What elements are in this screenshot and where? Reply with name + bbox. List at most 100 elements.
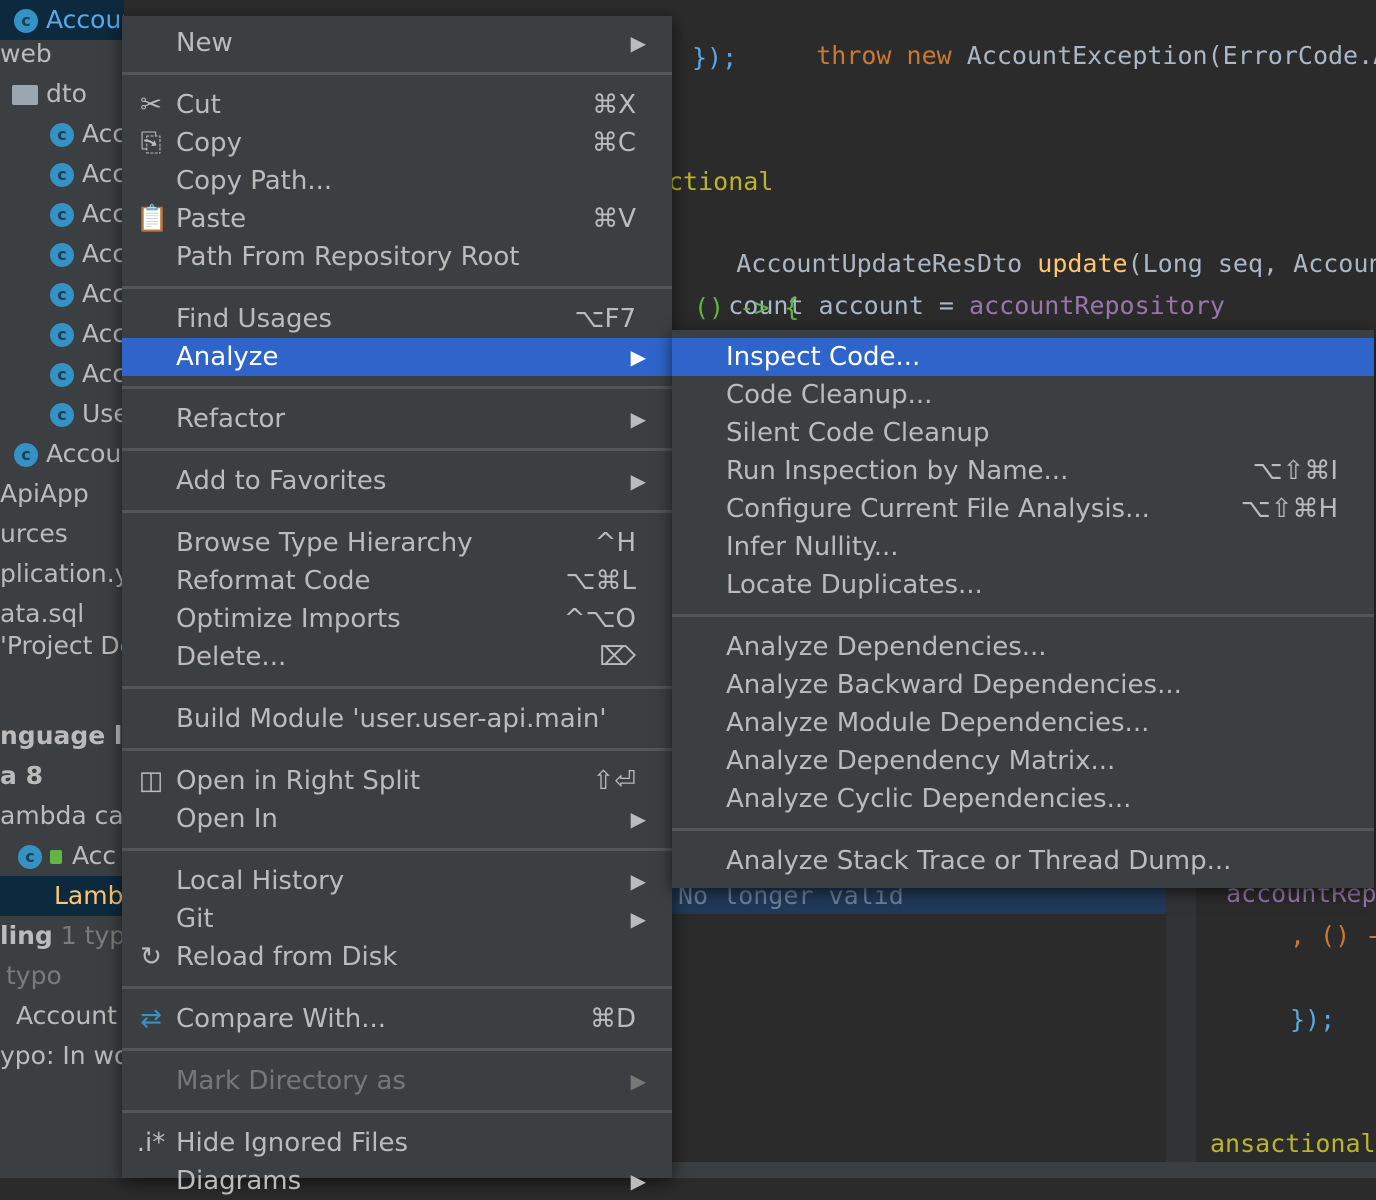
tree-item[interactable]: web bbox=[0, 34, 124, 74]
menu-item-analyze-stack-trace-or-thread-dump[interactable]: Analyze Stack Trace or Thread Dump... bbox=[672, 842, 1374, 880]
tree-item[interactable]: c Acc bbox=[0, 234, 124, 274]
menu-item-label: Path From Repository Root bbox=[176, 242, 520, 272]
code-token: accountRepository bbox=[969, 291, 1225, 320]
menu-item-new[interactable]: New ▶ bbox=[122, 24, 672, 62]
tree-item-label: Acc bbox=[82, 119, 124, 148]
menu-item-label: Open In bbox=[176, 804, 278, 834]
submenu-arrow-icon: ▶ bbox=[630, 31, 646, 55]
menu-item-copy-path[interactable]: Copy Path... bbox=[122, 162, 672, 200]
menu-item-analyze-dependency-matrix[interactable]: Analyze Dependency Matrix... bbox=[672, 742, 1374, 780]
menu-item-label: Analyze Stack Trace or Thread Dump... bbox=[726, 846, 1232, 876]
tree-item[interactable]: c Acc bbox=[0, 836, 124, 876]
menu-separator bbox=[122, 848, 672, 851]
tree-item[interactable]: nguage le bbox=[0, 716, 124, 756]
tree-item-label: dto bbox=[46, 79, 87, 108]
menu-item-mark-directory-as[interactable]: Mark Directory as ▶ bbox=[122, 1062, 672, 1100]
menu-item-refactor[interactable]: Refactor ▶ bbox=[122, 400, 672, 438]
tree-item[interactable]: Account bbox=[0, 996, 124, 1036]
menu-item-open-in-right-split[interactable]: ◫ Open in Right Split ⇧⏎ bbox=[122, 762, 672, 800]
menu-item-compare-with[interactable]: ⇄ Compare With... ⌘D bbox=[122, 1000, 672, 1038]
tree-item-label: Acc bbox=[72, 841, 117, 870]
compare-with-icon: ⇄ bbox=[140, 1004, 162, 1034]
tree-item[interactable]: typo bbox=[0, 956, 124, 996]
code-line: }); bbox=[1290, 1005, 1336, 1034]
tree-item[interactable]: c Acc bbox=[0, 354, 124, 394]
menu-item-build-module-user-user-api-main[interactable]: Build Module 'user.user-api.main' bbox=[122, 700, 672, 738]
tree-item[interactable]: ypo: In wo bbox=[0, 1036, 124, 1076]
tree-item[interactable]: c Use bbox=[0, 394, 124, 434]
menu-item-reload-from-disk[interactable]: ↻ Reload from Disk bbox=[122, 938, 672, 976]
submenu-arrow-icon: ▶ bbox=[630, 469, 646, 493]
menu-item-run-inspection-by-name[interactable]: Run Inspection by Name... ⌥⇧⌘I bbox=[672, 452, 1374, 490]
menu-item-git[interactable]: Git ▶ bbox=[122, 900, 672, 938]
tree-item-label: plication.y bbox=[0, 559, 124, 588]
tree-item-label: AccountService bbox=[46, 5, 124, 34]
tree-item-label: Accou bbox=[46, 439, 122, 468]
menu-item-analyze[interactable]: Analyze ▶ bbox=[122, 338, 672, 376]
class-icon: c bbox=[50, 203, 74, 227]
code-line: ctional bbox=[668, 167, 774, 196]
submenu-arrow-icon: ▶ bbox=[630, 807, 646, 831]
menu-item-optimize-imports[interactable]: Optimize Imports ^⌥O bbox=[122, 600, 672, 638]
menu-item-reformat-code[interactable]: Reformat Code ⌥⌘L bbox=[122, 562, 672, 600]
menu-item-silent-code-cleanup[interactable]: Silent Code Cleanup bbox=[672, 414, 1374, 452]
menu-item-label: Reformat Code bbox=[176, 566, 371, 596]
menu-item-label: Analyze Module Dependencies... bbox=[726, 708, 1150, 738]
tree-item[interactable]: c Acc bbox=[0, 114, 124, 154]
menu-item-hide-ignored-files[interactable]: .i* Hide Ignored Files bbox=[122, 1124, 672, 1162]
tree-item[interactable]: urces bbox=[0, 514, 124, 554]
tree-item[interactable]: ApiApp bbox=[0, 474, 124, 514]
menu-item-label: Cut bbox=[176, 90, 221, 120]
menu-item-shortcut: ⇧⏎ bbox=[592, 766, 636, 796]
tree-item-label: Account bbox=[16, 1001, 117, 1030]
menu-item-infer-nullity[interactable]: Infer Nullity... bbox=[672, 528, 1374, 566]
tree-item[interactable]: c Accou bbox=[0, 434, 124, 474]
menu-item-analyze-dependencies[interactable]: Analyze Dependencies... bbox=[672, 628, 1374, 666]
menu-separator bbox=[122, 286, 672, 289]
tree-item[interactable]: a 8 bbox=[0, 756, 124, 796]
menu-item-analyze-backward-dependencies[interactable]: Analyze Backward Dependencies... bbox=[672, 666, 1374, 704]
menu-item-inspect-code[interactable]: Inspect Code... bbox=[672, 338, 1374, 376]
menu-item-local-history[interactable]: Local History ▶ bbox=[122, 862, 672, 900]
menu-item-copy[interactable]: ⎘ Copy ⌘C bbox=[122, 124, 672, 162]
menu-item-label: Local History bbox=[176, 866, 345, 896]
menu-item-label: Find Usages bbox=[176, 304, 333, 334]
menu-item-diagrams[interactable]: Diagrams ▶ bbox=[122, 1162, 672, 1200]
tree-item[interactable]: 'Project De bbox=[0, 626, 124, 666]
tree-item[interactable]: Lamb bbox=[0, 876, 124, 916]
tree-item[interactable]: c Acc bbox=[0, 274, 124, 314]
tree-item[interactable]: c Acc bbox=[0, 154, 124, 194]
class-icon: c bbox=[50, 323, 74, 347]
menu-item-locate-duplicates[interactable]: Locate Duplicates... bbox=[672, 566, 1374, 604]
menu-item-cut[interactable]: ✂ Cut ⌘X bbox=[122, 86, 672, 124]
menu-item-delete[interactable]: Delete... ⌦ bbox=[122, 638, 672, 676]
menu-item-browse-type-hierarchy[interactable]: Browse Type Hierarchy ^H bbox=[122, 524, 672, 562]
tree-item[interactable]: c Acc bbox=[0, 194, 124, 234]
tree-item-label: typo bbox=[6, 961, 62, 990]
menu-item-analyze-cyclic-dependencies[interactable]: Analyze Cyclic Dependencies... bbox=[672, 780, 1374, 818]
menu-item-analyze-module-dependencies[interactable]: Analyze Module Dependencies... bbox=[672, 704, 1374, 742]
menu-item-label: Silent Code Cleanup bbox=[726, 418, 990, 448]
menu-item-code-cleanup[interactable]: Code Cleanup... bbox=[672, 376, 1374, 414]
tree-item[interactable]: ling 1 typ bbox=[0, 916, 124, 956]
tree-item[interactable]: plication.y bbox=[0, 554, 124, 594]
menu-item-paste[interactable]: 📋 Paste ⌘V bbox=[122, 200, 672, 238]
submenu-arrow-icon: ▶ bbox=[630, 1169, 646, 1193]
menu-item-shortcut: ⌦ bbox=[599, 642, 636, 672]
menu-item-shortcut: ⌥⇧⌘I bbox=[1252, 456, 1338, 486]
preview-panel: accountRep , () - th }); ansactional bbox=[1166, 878, 1376, 1168]
menu-separator bbox=[122, 510, 672, 513]
tree-item-label: Acc bbox=[82, 159, 124, 188]
tree-item[interactable]: ambda car bbox=[0, 796, 124, 836]
tree-item[interactable]: c Acc bbox=[0, 314, 124, 354]
menu-item-find-usages[interactable]: Find Usages ⌥F7 bbox=[122, 300, 672, 338]
menu-item-open-in[interactable]: Open In ▶ bbox=[122, 800, 672, 838]
open-in-right-split-icon: ◫ bbox=[138, 766, 164, 796]
menu-item-path-from-repository-root[interactable]: Path From Repository Root bbox=[122, 238, 672, 276]
menu-item-configure-current-file-analysis[interactable]: Configure Current File Analysis... ⌥⇧⌘H bbox=[672, 490, 1374, 528]
code-line: , () - bbox=[1290, 921, 1376, 950]
menu-item-label: Copy bbox=[176, 128, 242, 158]
menu-item-add-to-favorites[interactable]: Add to Favorites ▶ bbox=[122, 462, 672, 500]
menu-item-label: Build Module 'user.user-api.main' bbox=[176, 704, 607, 734]
tree-item[interactable]: dto bbox=[0, 74, 124, 114]
